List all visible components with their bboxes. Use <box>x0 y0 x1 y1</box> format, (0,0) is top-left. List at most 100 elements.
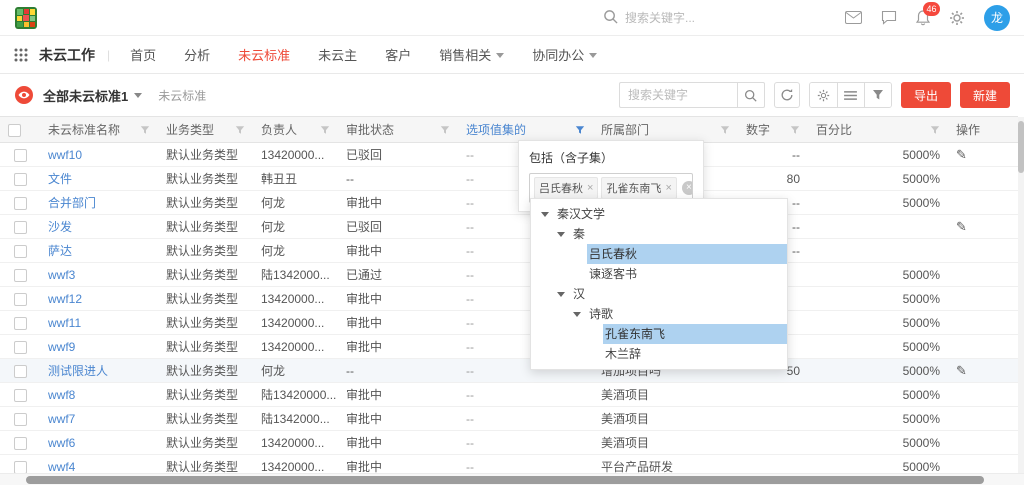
record-link[interactable]: wwf4 <box>48 460 75 474</box>
row-checkbox[interactable] <box>14 437 27 450</box>
gear-icon[interactable] <box>949 10 965 26</box>
record-link[interactable]: wwf7 <box>48 412 75 426</box>
row-checkbox[interactable] <box>14 461 27 474</box>
row-checkbox[interactable] <box>14 389 27 402</box>
tree-node-label[interactable]: 吕氏春秋 <box>587 244 787 264</box>
record-link[interactable]: wwf3 <box>48 268 75 282</box>
nav-item-5[interactable]: 客户 <box>385 45 411 64</box>
column-header-8[interactable]: 百分比 <box>808 117 948 143</box>
nav-item-7[interactable]: 协同办公 <box>532 45 597 64</box>
nav-item-3[interactable]: 未云标准 <box>238 45 290 64</box>
export-button[interactable]: 导出 <box>901 82 951 108</box>
notifications-button[interactable]: 46 <box>916 10 930 26</box>
row-checkbox[interactable] <box>14 149 27 162</box>
edit-icon[interactable]: ✎ <box>956 363 967 378</box>
row-checkbox[interactable] <box>14 413 27 426</box>
column-header-1[interactable]: 未云标准名称 <box>40 117 158 143</box>
filter-funnel-icon[interactable] <box>575 125 585 135</box>
row-checkbox[interactable] <box>14 197 27 210</box>
tree-node[interactable]: 秦 <box>531 224 787 244</box>
tree-node-label[interactable]: 诗歌 <box>587 304 787 324</box>
tree-node[interactable]: 汉 <box>531 284 787 304</box>
column-settings-button[interactable] <box>810 83 837 107</box>
caret-down-icon[interactable] <box>541 212 549 221</box>
tag-remove-icon[interactable]: × <box>665 183 671 194</box>
row-checkbox[interactable] <box>14 341 27 354</box>
tree-node-label[interactable]: 孔雀东南飞 <box>603 324 787 344</box>
mail-icon[interactable] <box>845 11 862 24</box>
nav-item-4[interactable]: 未云主 <box>318 45 357 64</box>
record-link[interactable]: wwf12 <box>48 292 82 306</box>
global-search[interactable]: 搜索关键字... <box>603 9 695 27</box>
record-link[interactable]: 沙发 <box>48 220 72 234</box>
row-checkbox[interactable] <box>14 293 27 306</box>
tree-node-label[interactable]: 木兰辞 <box>603 344 787 364</box>
filter-funnel-icon[interactable] <box>320 125 330 135</box>
avatar[interactable]: 龙 <box>984 5 1010 31</box>
filter-funnel-icon[interactable] <box>790 125 800 135</box>
row-checkbox[interactable] <box>14 221 27 234</box>
edit-icon[interactable]: ✎ <box>956 219 967 234</box>
column-header-2[interactable]: 业务类型 <box>158 117 253 143</box>
create-button[interactable]: 新建 <box>960 82 1010 108</box>
list-search-input[interactable] <box>619 82 737 108</box>
tree-node[interactable]: 秦汉文学 <box>531 204 787 224</box>
list-search-button[interactable] <box>737 82 765 108</box>
record-link[interactable]: wwf8 <box>48 388 75 402</box>
row-checkbox[interactable] <box>14 365 27 378</box>
vertical-scrollbar-thumb[interactable] <box>1018 121 1024 173</box>
filter-funnel-icon[interactable] <box>440 125 450 135</box>
tag-remove-icon[interactable]: × <box>587 183 593 194</box>
record-link[interactable]: wwf9 <box>48 340 75 354</box>
caret-down-icon[interactable] <box>573 312 581 321</box>
tree-node[interactable]: 吕氏春秋 <box>531 244 787 264</box>
tree-node[interactable]: 孔雀东南飞 <box>531 324 787 344</box>
row-checkbox[interactable] <box>14 173 27 186</box>
horizontal-scrollbar-thumb[interactable] <box>26 476 984 484</box>
column-header-7[interactable]: 数字 <box>738 117 808 143</box>
chat-icon[interactable] <box>881 10 897 25</box>
tree-node-label[interactable]: 汉 <box>571 284 787 304</box>
nav-item-6[interactable]: 销售相关 <box>439 45 504 64</box>
tree-node[interactable]: 谏逐客书 <box>531 264 787 284</box>
filter-funnel-icon[interactable] <box>930 125 940 135</box>
caret-down-icon[interactable] <box>557 292 565 301</box>
tree-node-label[interactable]: 秦汉文学 <box>555 204 787 224</box>
record-link[interactable]: wwf6 <box>48 436 75 450</box>
record-link[interactable]: 萨达 <box>48 244 72 258</box>
filter-condition-label[interactable]: 包括（含子集） <box>529 149 693 166</box>
filter-button[interactable] <box>864 83 891 107</box>
row-checkbox[interactable] <box>14 317 27 330</box>
column-header-3[interactable]: 负责人 <box>253 117 338 143</box>
row-checkbox[interactable] <box>14 269 27 282</box>
refresh-button[interactable] <box>774 82 800 108</box>
app-logo[interactable] <box>14 6 38 30</box>
column-header-6[interactable]: 所属部门 <box>593 117 738 143</box>
column-header-9[interactable]: 操作 <box>948 117 1018 143</box>
edit-icon[interactable]: ✎ <box>956 147 967 162</box>
row-checkbox[interactable] <box>14 245 27 258</box>
filter-funnel-icon[interactable] <box>140 125 150 135</box>
tree-node-label[interactable]: 谏逐客书 <box>587 264 787 284</box>
nav-item-2[interactable]: 分析 <box>184 45 210 64</box>
record-link[interactable]: 合并部门 <box>48 196 96 210</box>
column-header-5[interactable]: 选项值集的 <box>458 117 593 143</box>
filter-funnel-icon[interactable] <box>235 125 245 135</box>
tree-node[interactable]: 木兰辞 <box>531 344 787 364</box>
filter-funnel-icon[interactable] <box>720 125 730 135</box>
tree-node-label[interactable]: 秦 <box>571 224 787 244</box>
record-link[interactable]: wwf10 <box>48 148 82 162</box>
record-link[interactable]: wwf11 <box>48 316 81 330</box>
view-title[interactable]: 全部未云标准1 <box>43 86 128 105</box>
list-view-button[interactable] <box>837 83 864 107</box>
workspace-title[interactable]: 未云工作 <box>39 45 95 65</box>
clear-tags-icon[interactable]: × <box>682 181 693 195</box>
record-link[interactable]: 测试限进人 <box>48 364 108 378</box>
column-header-4[interactable]: 审批状态 <box>338 117 458 143</box>
record-link[interactable]: 文件 <box>48 172 72 186</box>
nav-item-1[interactable]: 首页 <box>130 45 156 64</box>
view-caret-icon[interactable] <box>134 93 142 102</box>
caret-down-icon[interactable] <box>557 232 565 241</box>
select-all-checkbox[interactable] <box>8 124 21 137</box>
tree-node[interactable]: 诗歌 <box>531 304 787 324</box>
